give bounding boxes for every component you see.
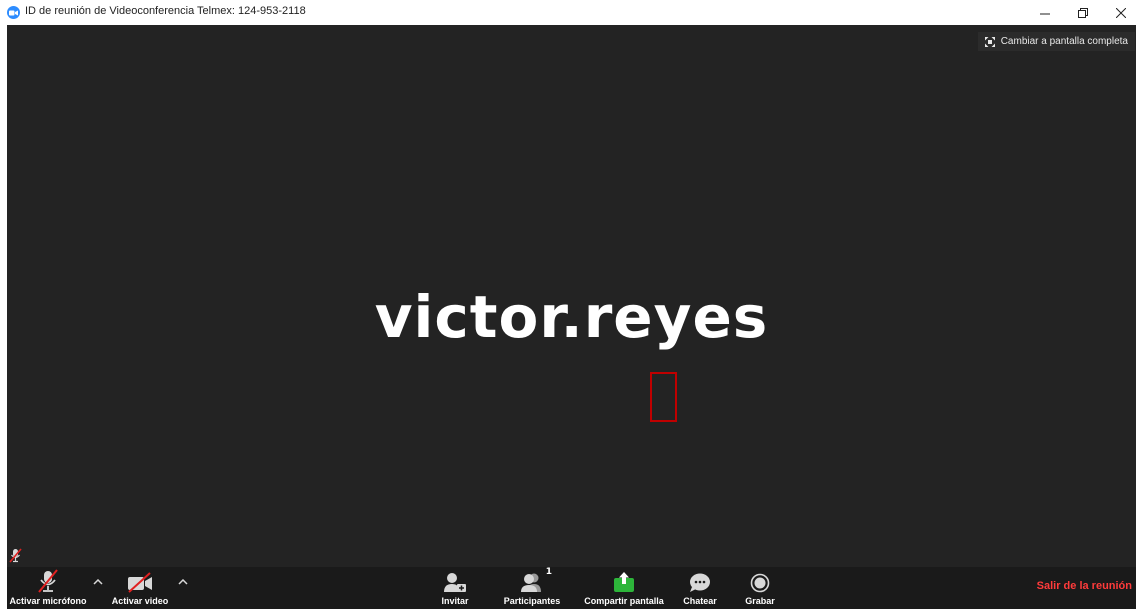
fullscreen-button[interactable]: Cambiar a pantalla completa — [977, 32, 1135, 51]
minimize-button[interactable] — [1026, 0, 1064, 25]
chevron-up-icon — [93, 579, 103, 585]
start-video-button[interactable]: Activar video — [109, 567, 171, 609]
title-bar: ID de reunión de Videoconferencia Telmex… — [0, 0, 1141, 25]
share-screen-icon — [613, 567, 635, 593]
unmute-button[interactable]: Activar micrófono — [8, 567, 88, 609]
video-options-caret[interactable] — [177, 577, 189, 587]
minimize-icon — [1040, 13, 1050, 14]
muted-mic-icon — [9, 548, 22, 563]
expand-icon — [984, 36, 995, 47]
zoom-meeting-window: ID de reunión de Videoconferencia Telmex… — [0, 0, 1141, 609]
close-icon — [1116, 7, 1126, 18]
record-label: Grabar — [745, 596, 775, 606]
record-icon — [750, 567, 770, 593]
audio-options-caret[interactable] — [92, 577, 104, 587]
start-video-label: Activar video — [111, 596, 169, 606]
video-off-icon — [126, 567, 154, 593]
chat-button[interactable]: Chatear — [682, 567, 718, 609]
share-screen-label: Compartir pantalla — [584, 596, 664, 606]
chevron-up-icon — [178, 579, 188, 585]
fullscreen-label: Cambiar a pantalla completa — [1000, 36, 1128, 47]
window-title: ID de reunión de Videoconferencia Telmex… — [25, 5, 306, 17]
participants-label: Participantes — [503, 596, 561, 606]
participant-name: victor.reyes — [374, 283, 769, 351]
unmute-label: Activar micrófono — [9, 596, 87, 606]
meeting-toolbar: Activar micrófono Activar video Invitar … — [7, 567, 1136, 609]
restore-icon — [1078, 7, 1088, 18]
leave-meeting-button[interactable]: Salir de la reunión — [1037, 580, 1132, 592]
invite-button[interactable]: Invitar — [437, 567, 473, 609]
share-screen-button[interactable]: Compartir pantalla — [582, 567, 666, 609]
participants-count: 1 — [545, 567, 552, 577]
record-button[interactable]: Grabar — [744, 567, 776, 609]
invite-label: Invitar — [441, 596, 469, 606]
cursor-highlight — [650, 372, 677, 422]
zoom-app-icon — [7, 6, 20, 19]
video-area: Cambiar a pantalla completa victor.reyes — [7, 25, 1136, 567]
chat-label: Chatear — [683, 596, 717, 606]
restore-button[interactable] — [1064, 0, 1102, 25]
participants-icon: 1 — [520, 567, 552, 593]
add-user-icon — [443, 567, 467, 593]
muted-microphone-icon — [35, 567, 61, 593]
participants-button[interactable]: 1 Participantes — [501, 567, 563, 609]
close-button[interactable] — [1102, 0, 1140, 25]
chat-icon — [688, 567, 712, 593]
